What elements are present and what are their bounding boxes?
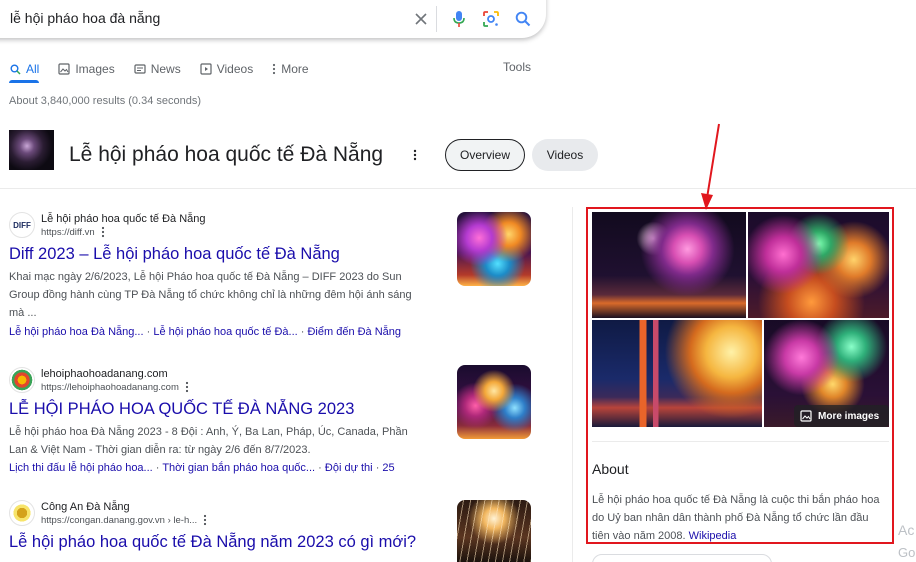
search-tabs: All Images News Videos More xyxy=(10,59,328,79)
tab-label: All xyxy=(26,62,40,76)
site-name[interactable]: Công An Đà Nẵng xyxy=(41,500,207,514)
site-favicon[interactable] xyxy=(9,500,35,526)
play-icon xyxy=(200,63,212,75)
chip-videos[interactable]: Videos xyxy=(532,139,598,171)
result-thumbnail[interactable] xyxy=(457,365,531,439)
result-stats: About 3,840,000 results (0.34 seconds) xyxy=(9,95,202,107)
chip-overview[interactable]: Overview xyxy=(445,139,525,171)
knowledge-panel-button[interactable] xyxy=(592,554,772,562)
header-divider xyxy=(0,188,916,189)
site-name[interactable]: lehoiphaohoadanang.com xyxy=(41,367,189,381)
search-divider xyxy=(436,6,437,32)
sitelink[interactable]: Lễ hội pháo hoa quốc tế Đà... xyxy=(153,326,297,338)
active-tab-indicator xyxy=(9,80,39,83)
sitelink-separator: · xyxy=(318,462,325,474)
google-lens-icon[interactable] xyxy=(480,8,502,30)
about-result-icon[interactable] xyxy=(203,514,207,526)
search-result: DIFF Lễ hội pháo hoa quốc tế Đà Nẵng htt… xyxy=(9,212,449,341)
image-icon xyxy=(58,63,70,75)
tab-label: Images xyxy=(75,62,115,76)
site-url[interactable]: https://diff.vn xyxy=(41,226,206,239)
highlight-box xyxy=(586,207,894,544)
tab-label: News xyxy=(150,62,181,76)
sitelink[interactable]: Thời gian bắn pháo hoa quốc... xyxy=(162,462,315,474)
sitelink[interactable]: Đội dự thi xyxy=(325,462,373,474)
tools-button[interactable]: Tools xyxy=(503,60,531,74)
microphone-icon[interactable] xyxy=(448,8,470,30)
url-text: https://congan.danang.gov.vn › le-h... xyxy=(41,515,198,526)
sitelink[interactable]: Lễ hội pháo hoa Đà Nẵng... xyxy=(9,326,144,338)
sitelink[interactable]: Điểm đến Đà Nẵng xyxy=(307,326,401,338)
tab-news[interactable]: News xyxy=(134,59,181,79)
result-thumbnail[interactable] xyxy=(457,500,531,562)
entity-thumbnail[interactable] xyxy=(9,130,54,170)
site-url[interactable]: https://lehoiphaohoadanang.com xyxy=(41,381,189,394)
result-thumbnail[interactable] xyxy=(457,212,531,286)
sitelink[interactable]: 25 xyxy=(382,462,394,474)
search-result: Công An Đà Nẵng https://congan.danang.go… xyxy=(9,500,449,553)
url-text: https://lehoiphaohoadanang.com xyxy=(41,382,179,393)
news-icon xyxy=(134,64,146,74)
tab-label: Videos xyxy=(216,62,254,76)
search-input[interactable]: lễ hội pháo hoa đà nẵng xyxy=(10,10,160,26)
tab-images[interactable]: Images xyxy=(58,59,115,79)
search-icon xyxy=(10,64,21,75)
tab-videos[interactable]: Videos xyxy=(200,59,253,79)
sitelinks: Lịch thi đấu lễ hội pháo hoa... · Thời g… xyxy=(9,459,449,477)
about-result-icon[interactable] xyxy=(101,226,105,238)
site-favicon[interactable] xyxy=(9,367,35,393)
sitelinks: Lễ hội pháo hoa Đà Nẵng... · Lễ hội pháo… xyxy=(9,323,449,341)
cropped-text: Ac xyxy=(898,522,915,538)
entity-title: Lễ hội pháo hoa quốc tế Đà Nẵng xyxy=(69,143,384,166)
result-title-link[interactable]: Diff 2023 – Lễ hội pháo hoa quốc tế Đà N… xyxy=(9,243,449,265)
site-url[interactable]: https://congan.danang.gov.vn › le-h... xyxy=(41,514,207,527)
tab-more[interactable]: More xyxy=(272,59,309,79)
cropped-text: Go xyxy=(898,545,916,560)
search-bar[interactable]: lễ hội pháo hoa đà nẵng xyxy=(0,0,546,38)
site-name[interactable]: Lễ hội pháo hoa quốc tế Đà Nẵng xyxy=(41,212,206,226)
sitelink[interactable]: Lịch thi đấu lễ hội pháo hoa... xyxy=(9,462,153,474)
url-text: https://diff.vn xyxy=(41,227,95,238)
search-result: lehoiphaohoadanang.com https://lehoiphao… xyxy=(9,367,449,477)
search-icon[interactable] xyxy=(512,8,534,30)
result-snippet: Khai mạc ngày 2/6/2023, Lễ hội Pháo hoa … xyxy=(9,271,412,319)
tab-label: More xyxy=(281,62,309,76)
tab-all[interactable]: All xyxy=(10,59,39,79)
kebab-icon xyxy=(273,63,276,75)
result-snippet: Lễ hội pháo hoa Đà Nẵng 2023 - 8 Đội : A… xyxy=(9,426,408,456)
column-divider xyxy=(572,207,573,562)
result-title-link[interactable]: Lễ hội pháo hoa quốc tế Đà Nẵng năm 2023… xyxy=(9,531,449,553)
more-options-icon[interactable] xyxy=(410,148,420,162)
about-result-icon[interactable] xyxy=(185,381,189,393)
site-favicon[interactable]: DIFF xyxy=(9,212,35,238)
clear-icon[interactable] xyxy=(410,8,432,30)
result-title-link[interactable]: LỄ HỘI PHÁO HOA QUỐC TẾ ĐÀ NẴNG 2023 xyxy=(9,398,449,420)
